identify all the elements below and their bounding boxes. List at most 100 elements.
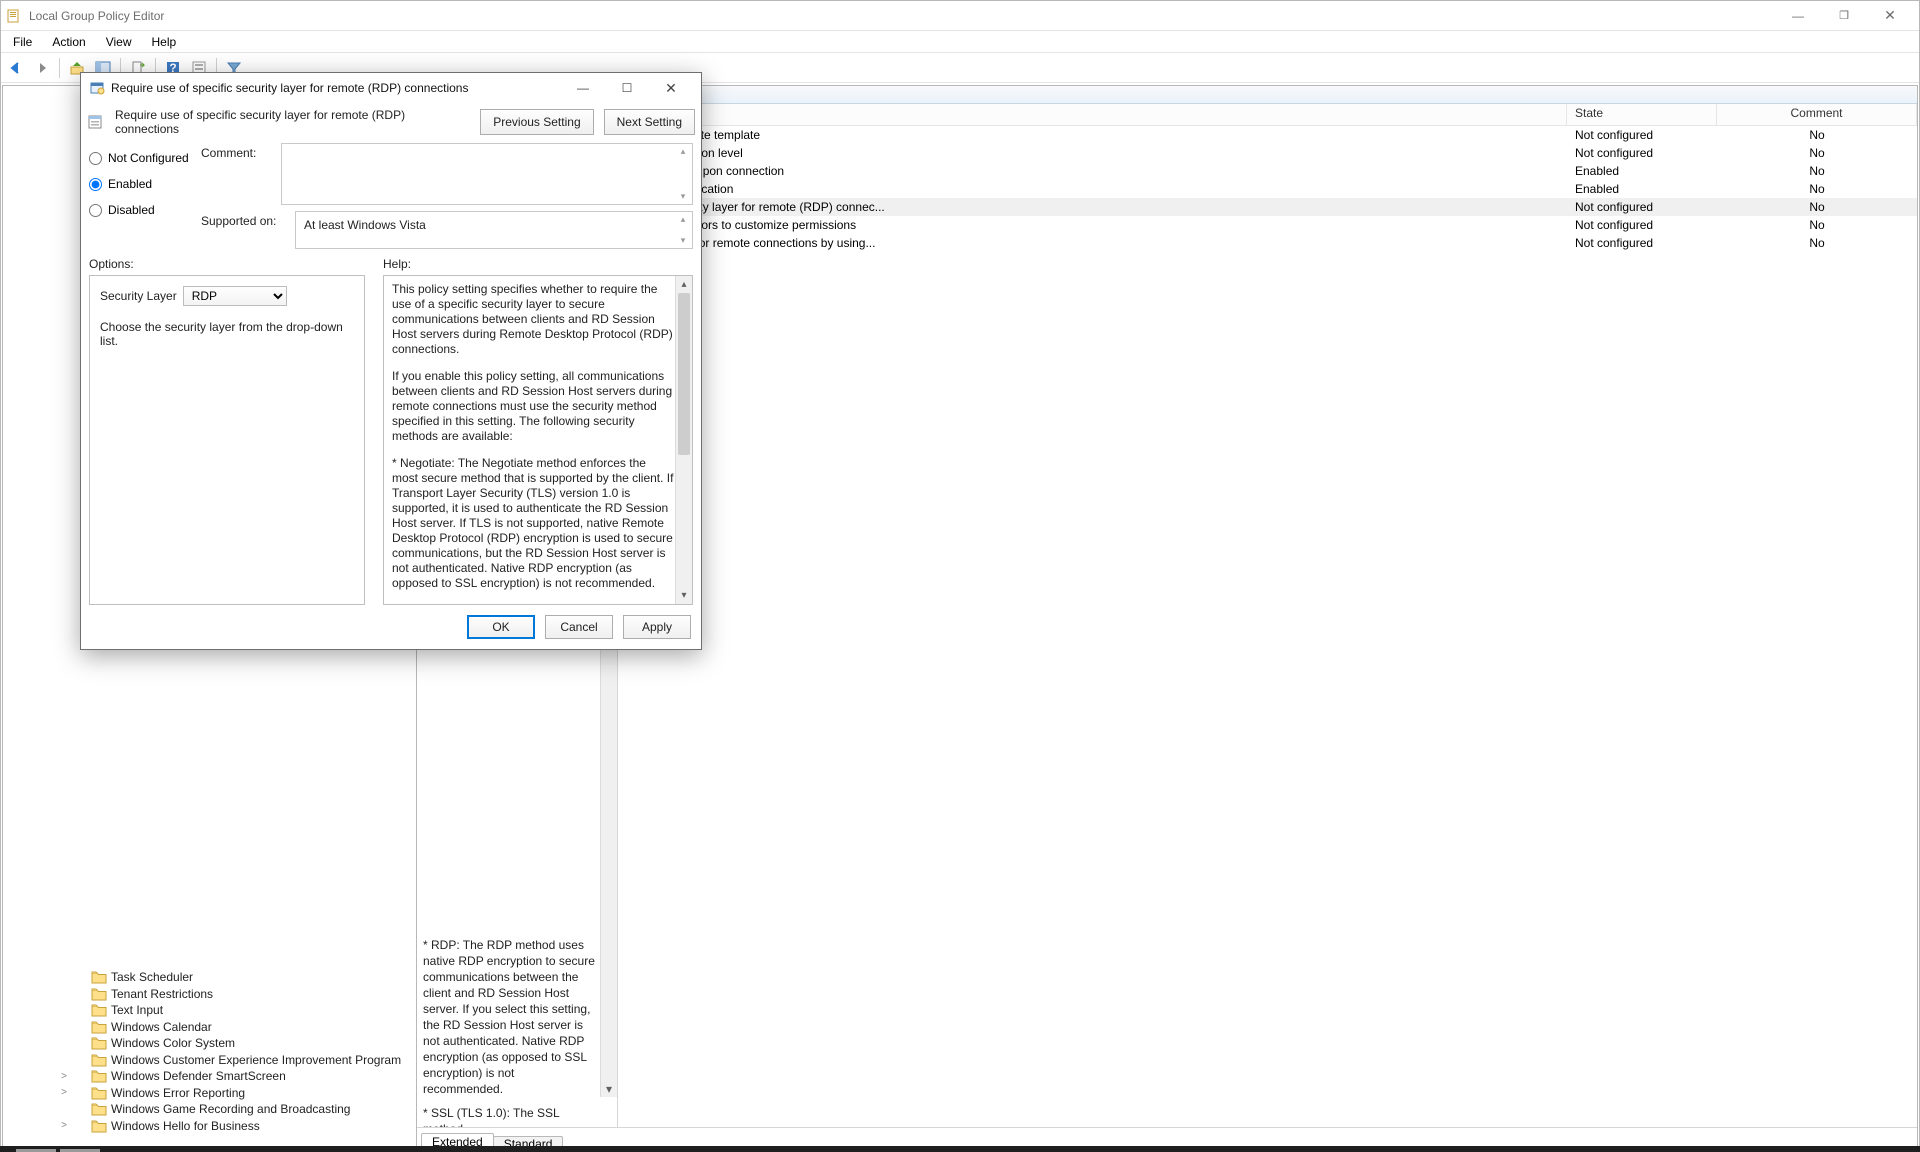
app-icon [7, 8, 23, 24]
ok-button[interactable]: OK [467, 615, 535, 639]
menu-action[interactable]: Action [44, 32, 93, 52]
tree-item[interactable]: Windows Game Recording and Broadcasting [77, 1101, 416, 1118]
tree-item-label: Windows Game Recording and Broadcasting [111, 1102, 350, 1116]
column-setting[interactable] [618, 104, 1567, 125]
scroll-up-icon[interactable]: ▴ [676, 214, 690, 225]
setting-comment: No [1717, 146, 1917, 160]
tree-item-label: Windows Color System [111, 1036, 235, 1050]
setting-name: uthentication for remote connections by … [618, 236, 1567, 250]
folder-icon [91, 1053, 107, 1067]
list-item[interactable]: specific security layer for remote (RDP)… [618, 198, 1917, 216]
chevron-right-icon[interactable]: > [59, 1087, 69, 1098]
list-item[interactable]: for password upon connectionEnabledNo [618, 162, 1917, 180]
tree-item-label: Windows Error Reporting [111, 1086, 245, 1100]
setting-name: cal administrators to customize permissi… [618, 218, 1567, 232]
menu-file[interactable]: File [5, 32, 40, 52]
column-comment[interactable]: Comment [1717, 104, 1917, 125]
tree-item-label: Windows Customer Experience Improvement … [111, 1053, 401, 1067]
minimize-button[interactable]: — [1775, 1, 1821, 31]
state-radios: Not Configured Enabled Disabled [89, 143, 201, 249]
tree-item-label: Windows Hello for Business [111, 1119, 260, 1133]
list-item[interactable]: cation certificate templateNot configure… [618, 126, 1917, 144]
setting-comment: No [1717, 164, 1917, 178]
setting-name: for password upon connection [618, 164, 1567, 178]
tree-item[interactable]: Text Input [77, 1002, 416, 1019]
setting-name: ection encryption level [618, 146, 1567, 160]
dialog-minimize-button[interactable]: — [561, 74, 605, 102]
comment-textarea[interactable]: ▴ ▾ [281, 143, 693, 205]
policy-icon [89, 80, 105, 96]
back-button[interactable] [5, 57, 27, 79]
tree-item-label: Task Scheduler [111, 970, 193, 984]
tree-item[interactable]: Windows Calendar [77, 1019, 416, 1036]
chevron-right-icon[interactable]: > [59, 1120, 69, 1131]
menu-help[interactable]: Help [144, 32, 185, 52]
previous-setting-button[interactable]: Previous Setting [480, 109, 593, 135]
setting-comment: No [1717, 218, 1917, 232]
dialog-titlebar[interactable]: Require use of specific security layer f… [81, 73, 701, 103]
list-item[interactable]: ection encryption levelNot configuredNo [618, 144, 1917, 162]
folder-icon [91, 1069, 107, 1083]
setting-comment: No [1717, 182, 1917, 196]
tree-item[interactable]: >Windows Error Reporting [77, 1085, 416, 1102]
scroll-down-icon[interactable]: ▾ [676, 587, 692, 604]
radio-enabled[interactable] [89, 178, 102, 191]
close-button[interactable]: ✕ [1867, 1, 1913, 31]
folder-icon [91, 1036, 107, 1050]
column-state[interactable]: State [1567, 104, 1717, 125]
radio-enabled-label[interactable]: Enabled [108, 177, 152, 191]
window-title: Local Group Policy Editor [29, 9, 164, 23]
setting-comment: No [1717, 128, 1917, 142]
dialog-close-button[interactable]: ✕ [649, 74, 693, 102]
setting-comment: No [1717, 200, 1917, 214]
options-panel: Security Layer RDP Choose the security l… [89, 275, 365, 605]
radio-not-configured[interactable] [89, 152, 102, 165]
tree-item[interactable]: Tenant Restrictions [77, 986, 416, 1003]
tree-item[interactable]: >Windows Hello for Business [77, 1118, 416, 1135]
radio-disabled-label[interactable]: Disabled [108, 203, 155, 217]
security-layer-select[interactable]: RDP [183, 286, 287, 306]
supported-on-value: At least Windows Vista [304, 218, 426, 232]
scroll-down-icon[interactable]: ▾ [676, 191, 690, 202]
scroll-up-icon[interactable]: ▴ [676, 146, 690, 157]
scroll-down-icon[interactable]: ▾ [601, 1080, 617, 1097]
radio-disabled[interactable] [89, 204, 102, 217]
help-panel: This policy setting specifies whether to… [383, 275, 693, 605]
forward-button[interactable] [31, 57, 53, 79]
tree-item[interactable]: Windows Color System [77, 1035, 416, 1052]
tree-item[interactable]: Task Scheduler [77, 969, 416, 986]
setting-state: Not configured [1567, 200, 1717, 214]
help-paragraph: If you enable this policy setting, all c… [392, 369, 674, 444]
setting-state: Not configured [1567, 218, 1717, 232]
folder-icon [91, 987, 107, 1001]
folder-icon [91, 1020, 107, 1034]
setting-name: RPC communication [618, 182, 1567, 196]
tree-item[interactable]: >Windows Defender SmartScreen [77, 1068, 416, 1085]
comment-label: Comment: [201, 143, 273, 205]
setting-state: Not configured [1567, 128, 1717, 142]
options-heading: Options: [89, 257, 134, 271]
list-item[interactable]: RPC communicationEnabledNo [618, 180, 1917, 198]
scroll-thumb[interactable] [678, 293, 690, 455]
list-item[interactable]: uthentication for remote connections by … [618, 234, 1917, 252]
setting-name: cation certificate template [618, 128, 1567, 142]
description-paragraph: * SSL (TLS 1.0): The SSL method [423, 1105, 597, 1127]
chevron-right-icon[interactable]: > [59, 1071, 69, 1082]
toolbar-separator [59, 58, 60, 78]
apply-button[interactable]: Apply [623, 615, 691, 639]
next-setting-button[interactable]: Next Setting [604, 109, 695, 135]
scroll-up-icon[interactable]: ▴ [676, 276, 692, 293]
tree-item-label: Windows Calendar [111, 1020, 212, 1034]
cancel-button[interactable]: Cancel [545, 615, 613, 639]
menu-bar: File Action View Help [1, 31, 1919, 53]
dialog-maximize-button[interactable]: ☐ [605, 74, 649, 102]
scroll-down-icon[interactable]: ▾ [676, 235, 690, 246]
list-item[interactable]: cal administrators to customize permissi… [618, 216, 1917, 234]
radio-not-configured-label[interactable]: Not Configured [108, 151, 189, 165]
setting-state: Not configured [1567, 146, 1717, 160]
tree-item[interactable]: Windows Customer Experience Improvement … [77, 1052, 416, 1069]
menu-view[interactable]: View [98, 32, 140, 52]
help-scrollbar[interactable]: ▴ ▾ [675, 276, 692, 604]
taskbar[interactable] [0, 1146, 1920, 1152]
maximize-button[interactable]: ❐ [1821, 1, 1867, 31]
